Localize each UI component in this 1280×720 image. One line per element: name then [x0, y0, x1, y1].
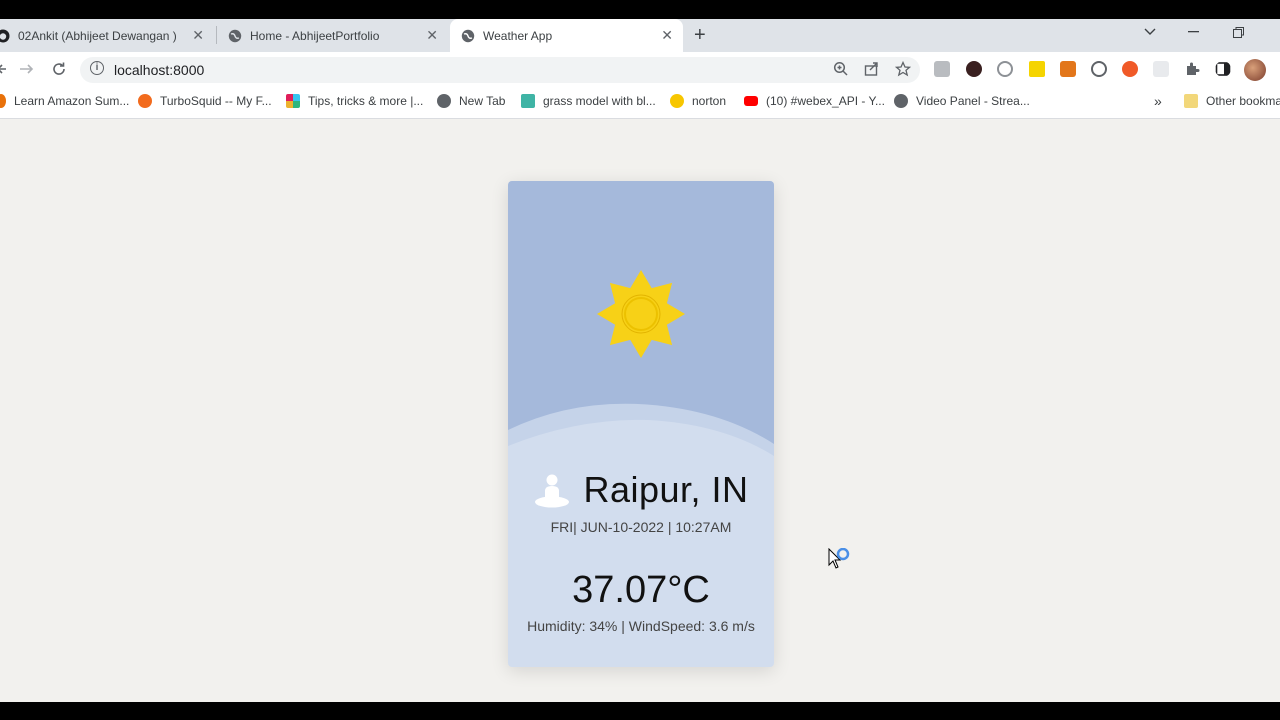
back-arrow-icon[interactable]	[0, 62, 8, 76]
power-extension-icon[interactable]	[1091, 61, 1107, 77]
bookmark-label: Video Panel - Strea...	[916, 94, 1030, 108]
globe-icon	[228, 29, 242, 42]
bookmark-item[interactable]: grass model with bl...	[521, 94, 656, 108]
forward-arrow-icon[interactable]	[19, 62, 35, 76]
side-panel-icon[interactable]	[1215, 61, 1231, 77]
date-time: FRI| JUN-10-2022 | 10:27AM	[550, 519, 732, 535]
bookmark-label: New Tab	[459, 94, 506, 108]
tab-label: 02Ankit (Abhijeet Dewangan )	[18, 28, 177, 43]
globe-icon	[461, 29, 475, 42]
duckduckgo-extension-icon[interactable]	[1122, 61, 1138, 77]
close-icon[interactable]: ✕	[192, 28, 204, 42]
other-bookmarks-folder[interactable]: Other bookmarks	[1184, 94, 1280, 108]
close-icon[interactable]: ✕	[426, 28, 438, 42]
bookmark-item[interactable]: Learn Amazon Sum...	[0, 94, 129, 108]
youtube-icon	[744, 96, 758, 106]
minimize-icon[interactable]	[1188, 31, 1200, 33]
github-extension-icon[interactable]	[997, 61, 1013, 77]
new-tab-button[interactable]: +	[694, 25, 706, 45]
close-icon[interactable]: ✕	[661, 28, 673, 42]
bookmark-label: (10) #webex_API - Y...	[766, 94, 885, 108]
tab-strip: 02Ankit (Abhijeet Dewangan ) ✕ Home - Ab…	[0, 19, 1280, 52]
more-bookmarks-button[interactable]: »	[1154, 93, 1162, 109]
restore-icon[interactable]	[1233, 27, 1245, 39]
address-bar[interactable]	[80, 57, 920, 83]
broadcast-extension-icon[interactable]	[1153, 61, 1169, 77]
tab-label: Weather App	[483, 28, 553, 43]
tab-divider	[216, 26, 217, 44]
extensions-puzzle-icon[interactable]	[1184, 61, 1200, 77]
city-name: Raipur, IN	[583, 469, 749, 510]
temperature: 37.07°C	[572, 569, 710, 611]
globe-icon	[437, 94, 451, 108]
turbosquid-icon	[138, 94, 152, 108]
bookmark-item[interactable]: TurboSquid -- My F...	[138, 94, 272, 108]
share-icon[interactable]	[864, 61, 880, 77]
metamask-extension-icon[interactable]	[1060, 61, 1076, 77]
reload-icon[interactable]	[51, 61, 67, 77]
screen-bottom-border	[0, 702, 1280, 720]
tab-weather-app[interactable]: Weather App ✕	[450, 19, 683, 52]
profile-avatar[interactable]	[1244, 59, 1266, 81]
tab-label: Home - AbhijeetPortfolio	[250, 28, 380, 43]
bookmark-label: grass model with bl...	[543, 94, 656, 108]
bookmark-item[interactable]: Tips, tricks & more |...	[286, 94, 423, 108]
slack-icon	[286, 94, 300, 108]
location-row: Raipur, IN	[508, 469, 774, 511]
location-pin-icon	[535, 474, 570, 508]
k-extension-icon[interactable]	[966, 61, 982, 77]
sun-icon	[597, 270, 685, 358]
bookmark-item[interactable]: (10) #webex_API - Y...	[744, 94, 885, 108]
busy-cursor-icon	[828, 548, 850, 569]
cgtrader-icon	[521, 94, 535, 108]
bookmark-label: TurboSquid -- My F...	[160, 94, 272, 108]
humidity-wind: Humidity: 34% | WindSpeed: 3.6 m/s	[527, 618, 755, 634]
bookmark-item[interactable]: norton	[670, 94, 726, 108]
address-url[interactable]: localhost:8000	[114, 62, 204, 78]
weather-card: Raipur, IN FRI| JUN-10-2022 | 10:27AM 37…	[508, 181, 774, 667]
norton-check-icon	[670, 94, 684, 108]
tab-github[interactable]: 02Ankit (Abhijeet Dewangan ) ✕	[0, 19, 214, 52]
colorpicker-extension-icon[interactable]	[1029, 61, 1045, 77]
bookmark-star-icon[interactable]	[895, 61, 911, 77]
bookmark-item[interactable]: Video Panel - Strea...	[894, 94, 1030, 108]
screen-top-border	[0, 0, 1280, 19]
other-bookmarks-label: Other bookmarks	[1206, 94, 1280, 108]
github-icon	[0, 29, 10, 42]
bookmark-label: Tips, tricks & more |...	[308, 94, 424, 108]
amazon-icon	[0, 94, 6, 108]
site-info-icon[interactable]: i	[90, 61, 104, 75]
card-wave	[508, 403, 774, 476]
zoom-icon[interactable]	[833, 61, 849, 77]
bookmark-label: norton	[692, 94, 727, 108]
folder-icon	[1184, 94, 1198, 108]
tab-search-chevron-icon[interactable]	[1143, 27, 1157, 37]
globe-icon	[894, 94, 908, 108]
tab-portfolio[interactable]: Home - AbhijeetPortfolio ✕	[228, 19, 448, 52]
bookmark-label: Learn Amazon Sum...	[14, 94, 130, 108]
bookmark-item[interactable]: New Tab	[437, 94, 505, 108]
dev-extension-icon[interactable]	[934, 61, 950, 77]
